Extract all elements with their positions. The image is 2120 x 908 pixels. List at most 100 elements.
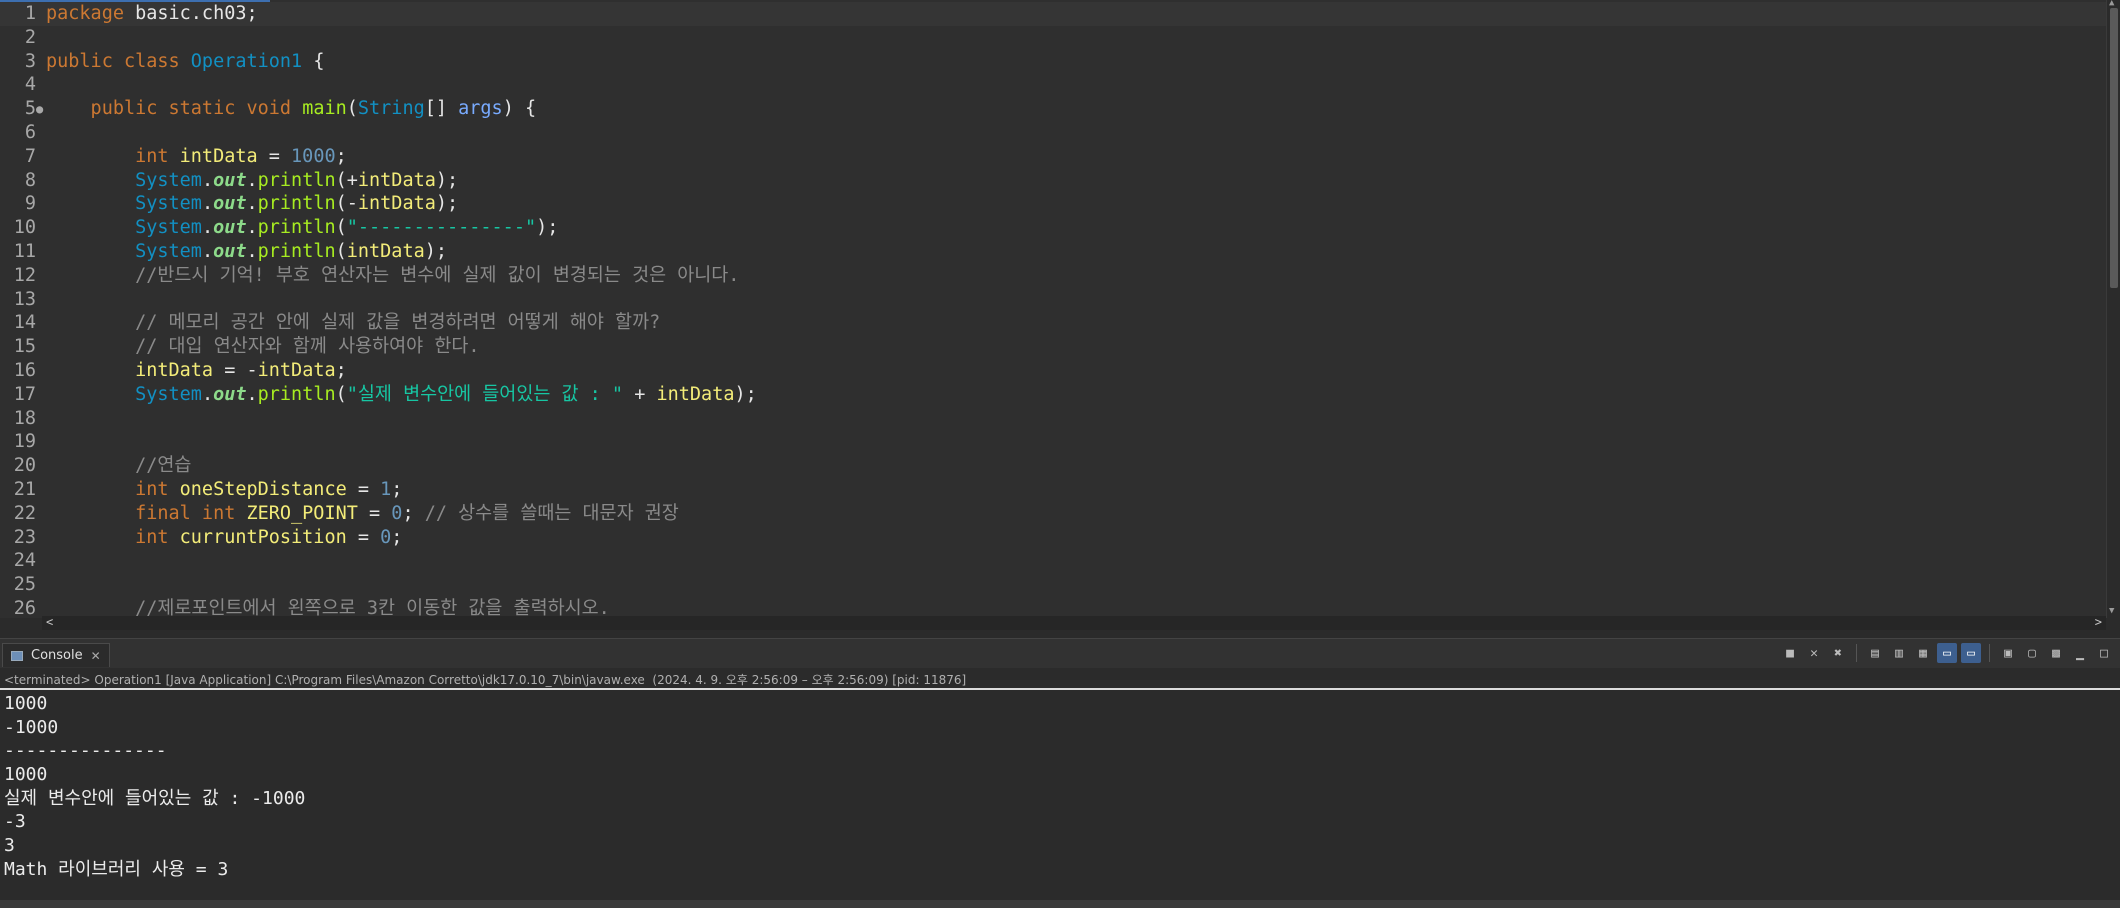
code-token: (+ [335,169,358,191]
display-selected-console-icon[interactable]: ▢ [2022,643,2042,663]
code-text: System.out.println("---------------"); [46,216,558,240]
scroll-up-icon[interactable]: ▲ [2109,0,2114,8]
code-token: String [357,98,425,120]
code-line[interactable]: 14 // 메모리 공간 안에 실제 값을 변경하려면 어떻게 해야 할까? [0,311,2106,335]
fold-marker-icon[interactable]: ● [36,97,44,121]
console-view: Console ✕ ■ ✕ ✖ ▤ ▥ ▦ ▭ ▭ ▣ ▢ ▩ ▁ □ <ter… [0,638,2120,908]
console-bottom-scrollbar[interactable] [0,900,2120,908]
scroll-right-icon[interactable]: > [2095,615,2102,629]
show-on-stdout-icon[interactable]: ▭ [1937,643,1957,663]
code-token: int [46,526,180,548]
code-token: // 메모리 공간 안에 실제 값을 변경하려면 어떻게 해야 할까? [46,312,661,334]
console-output-line: -3 [4,811,26,833]
remove-all-launches-icon[interactable]: ✖ [1828,643,1848,663]
line-number: 25 [13,574,36,596]
code-token: //제로포인트에서 왼쪽으로 3칸 이동한 값을 출력하시오. [46,598,610,618]
code-line[interactable]: 5 ● public static void main(String[] args… [0,97,2106,121]
code-token: . [201,241,214,262]
code-token: //연습 [46,455,192,477]
code-line[interactable]: 25 [0,573,2106,597]
code-text: int oneStepDistance = 1; [46,478,402,502]
scroll-lock-icon[interactable]: ▥ [1889,643,1909,663]
code-line[interactable]: 1 package basic.ch03; [0,2,2106,26]
code-line[interactable]: 7 int intData = 1000; [0,145,2106,169]
maximize-icon[interactable]: □ [2094,643,2114,663]
code-line[interactable]: 3 public class Operation1 { [0,50,2106,74]
code-token: println [257,241,336,262]
code-line[interactable]: 10 System.out.println("---------------")… [0,216,2106,240]
code-line[interactable]: 11 System.out.println(intData); [0,240,2106,264]
code-line[interactable]: 15 // 대입 연산자와 함께 사용하여야 한다. [0,335,2106,359]
show-on-stderr-icon[interactable]: ▭ [1961,643,1981,663]
close-icon[interactable]: ✕ [91,649,101,663]
code-token: println [257,217,336,239]
code-token: intData [357,169,436,191]
code-token: ) { [502,98,537,120]
code-line[interactable]: 24 [0,549,2106,573]
code-token: out [213,383,247,405]
code-text: final int ZERO_POINT = 0; // 상수를 쓸때는 대문자… [46,502,679,526]
code-token: "---------------" [346,217,537,239]
code-token: System [46,169,202,191]
code-line[interactable]: 17 System.out.println("실제 변수안에 들어있는 값 : … [0,383,2106,407]
code-line[interactable]: 12 //반드시 기억! 부호 연산자는 변수에 실제 값이 변경되는 것은 아… [0,264,2106,288]
code-area[interactable]: 1 package basic.ch03; 2 3 public class Opera… [0,2,2106,618]
code-token: "실제 변수안에 들어있는 값 : " [346,383,624,405]
code-token: public static void [46,98,303,120]
code-token: System [46,217,202,239]
code-token: ( [335,383,347,405]
code-token: ; [335,360,347,381]
code-line[interactable]: 22 final int ZERO_POINT = 0; // 상수를 쓸때는 … [0,502,2106,526]
code-line[interactable]: 20 //연습 [0,454,2106,478]
code-line[interactable]: 4 [0,73,2106,97]
code-line[interactable]: 2 [0,26,2106,50]
code-token: main [302,98,347,120]
editor-horizontal-scrollbar[interactable]: < > [42,615,2106,630]
code-line[interactable]: 6 [0,121,2106,145]
code-line[interactable]: 8 System.out.println(+intData); [0,169,2106,193]
editor-vertical-scrollbar[interactable]: ▲ ▼ [2106,0,2120,618]
line-number: 16 [13,360,36,381]
code-text: intData = -intData; [46,359,347,383]
remove-launch-icon[interactable]: ✕ [1804,643,1824,663]
console-output[interactable]: 1000 -1000 --------------- 1000 실제 변수안에 들어있는… [4,692,2114,882]
code-text: System.out.println("실제 변수안에 들어있는 값 : " +… [46,383,757,407]
code-line[interactable]: 19 [0,430,2106,454]
code-token: ); [734,383,757,405]
code-line[interactable]: 26 //제로포인트에서 왼쪽으로 3칸 이동한 값을 출력하시오. [0,597,2106,618]
code-line[interactable]: 9 System.out.println(-intData); [0,192,2106,216]
code-token: System [46,193,202,215]
code-token: //반드시 기억! 부호 연산자는 변수에 실제 값이 변경되는 것은 아니다. [46,264,740,286]
open-console-icon[interactable]: ▩ [2046,643,2066,663]
code-text: System.out.println(+intData); [46,169,458,193]
minimize-icon[interactable]: ▁ [2070,643,2090,663]
code-token: ); [424,241,447,262]
code-token: [] [424,98,459,120]
word-wrap-icon[interactable]: ▦ [1913,643,1933,663]
code-token: intData [656,383,735,405]
scroll-down-icon[interactable]: ▼ [2109,606,2114,616]
pin-console-icon[interactable]: ▣ [1998,643,2018,663]
code-editor[interactable]: 1 package basic.ch03; 2 3 public class Opera… [0,0,2120,618]
code-token: . [246,217,258,239]
console-divider [0,688,2120,690]
code-line[interactable]: 18 [0,407,2106,431]
clear-console-icon[interactable]: ▤ [1865,643,1885,663]
editor-vertical-scroll-thumb[interactable] [2110,8,2118,288]
code-line[interactable]: 13 [0,288,2106,312]
line-number: 3 [24,50,36,72]
code-token: ( [335,217,347,239]
code-line[interactable]: 23 int curruntPosition = 0; [0,526,2106,550]
code-line[interactable]: 21 int oneStepDistance = 1; [0,478,2106,502]
console-output-line: -1000 [4,716,59,738]
code-token: = [346,479,381,500]
line-number: 15 [13,336,36,358]
console-output-line: 실제 변수안에 들어있는 값 : -1000 [4,787,306,809]
scroll-left-icon[interactable]: < [46,615,53,629]
code-line[interactable]: 16 intData = -intData; [0,359,2106,383]
console-output-line: 1000 [4,693,48,714]
terminate-icon[interactable]: ■ [1780,643,1800,663]
code-token: + [623,383,657,405]
code-text: int curruntPosition = 0; [46,526,402,550]
tab-console[interactable]: Console ✕ [2,643,110,667]
